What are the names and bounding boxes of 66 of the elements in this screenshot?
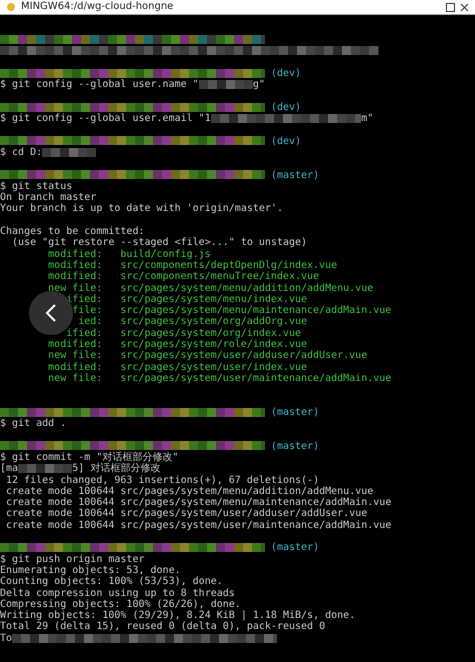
file-path: src/pages/system/org/index.vue (120, 328, 301, 339)
output-line: [ma (0, 463, 18, 474)
output-line: On branch master (0, 192, 96, 204)
file-status: new file: (48, 350, 102, 362)
output-line: Total 29 (delta 15), reused 0 (delta 0), pack-reused 0 (0, 621, 326, 632)
branch-name: (dev) (270, 102, 302, 113)
output-line: (use "git restore --staged <file>..." to unstage) (12, 237, 308, 248)
branch-name: (master) (270, 406, 320, 418)
output-line: Counting objects: 100% (53/53), done. (0, 576, 223, 588)
file-path: src/components/deptOpenDlg/index.vue (120, 260, 338, 271)
output-line: Writing objects: 100% (29/29), 8.24 KiB | 1.18 MiB/s, done. (0, 610, 356, 622)
output-line: Changes to be committed: (0, 226, 144, 238)
output-line: Compressing objects: 100% (26/26), done. (0, 598, 241, 610)
file-path: src/pages/system/user/maintenance/addMain.vue (120, 372, 392, 384)
output-line: create mode 100644 src/pages/system/user/adduser/addUser.vue (5, 508, 368, 520)
chevron-left-icon (45, 304, 57, 322)
command-line: $ git commit -m "对话框部分修改" (0, 452, 178, 463)
file-path: src/components/menuTree/index.vue (120, 271, 320, 282)
branch-name: (master) (270, 440, 320, 452)
file-status: modified: (48, 362, 102, 373)
command-line: m" (361, 113, 374, 124)
branch-name: (dev) (270, 68, 302, 79)
command-line: $ cd D: (0, 146, 42, 158)
output-line: Delta compression using up to 8 threads (0, 588, 235, 599)
file-path: src/pages/system/role/index.vue (120, 339, 308, 350)
file-status: modified: (48, 248, 102, 260)
file-status: ied: (77, 316, 102, 328)
command-line: $ git status (0, 180, 72, 192)
output-line: 12 files changed, 963 insertions(+), 67 deletions(-) (5, 474, 320, 486)
file-path: src/pages/system/org/addOrg.vue (120, 316, 308, 328)
command-line: $ git config --global user.email "1 (0, 113, 211, 124)
output-line: 5] 对话框部分修改 (72, 463, 160, 474)
file-status: modified: (48, 271, 102, 283)
terminal-app-icon (6, 2, 16, 12)
file-path: src/pages/system/menu/maintenance/addMain.vue (120, 305, 392, 316)
file-path: src/pages/system/menu/index.vue (120, 294, 308, 305)
file-status: file: (71, 305, 102, 316)
file-status: ified: (65, 328, 102, 339)
redacted-mosaic (198, 80, 253, 89)
output-line: create mode 100644 src/pages/system/menu/addition/addMenu.vue (5, 486, 374, 497)
file-path: src/pages/system/user/adduser/addUser.vue (120, 350, 368, 362)
output-line: create mode 100644 src/pages/system/user/maintenance/addMain.vue (5, 520, 392, 531)
file-status: new file: (48, 282, 102, 294)
window-title: MINGW64:/d/wg-cloud-hongne (21, 0, 174, 14)
branch-name: (master) (270, 170, 320, 181)
maximize-icon[interactable] (446, 2, 455, 12)
command-line: $ git add . (0, 418, 66, 430)
file-path: src/pages/system/user/index.vue (120, 362, 308, 373)
close-icon[interactable] (460, 2, 469, 12)
file-path: src/pages/system/menu/addition/addMenu.vue (120, 282, 374, 294)
file-status: new file: (48, 372, 102, 384)
file-status: modified: (48, 260, 102, 271)
branch-name: (master) (270, 542, 320, 554)
output-line: create mode 100644 src/pages/system/menu/maintenance/addMain.vue (5, 497, 392, 508)
output-line: Your branch is up to date with 'origin/master'. (0, 203, 283, 214)
redacted-mosaic (18, 464, 72, 474)
file-status: ified: (65, 294, 102, 305)
command-line: $ git push origin master (0, 554, 144, 565)
output-line: Enumerating objects: 53, done. (0, 564, 181, 576)
file-path: build/config.js (120, 248, 211, 260)
output-line: To (0, 632, 12, 644)
command-line: g" (252, 79, 265, 90)
file-status: modified: (48, 339, 102, 350)
branch-name: (dev) (270, 136, 302, 147)
redacted-mosaic (42, 148, 96, 157)
command-line: $ git config --global user.name " (0, 79, 199, 90)
